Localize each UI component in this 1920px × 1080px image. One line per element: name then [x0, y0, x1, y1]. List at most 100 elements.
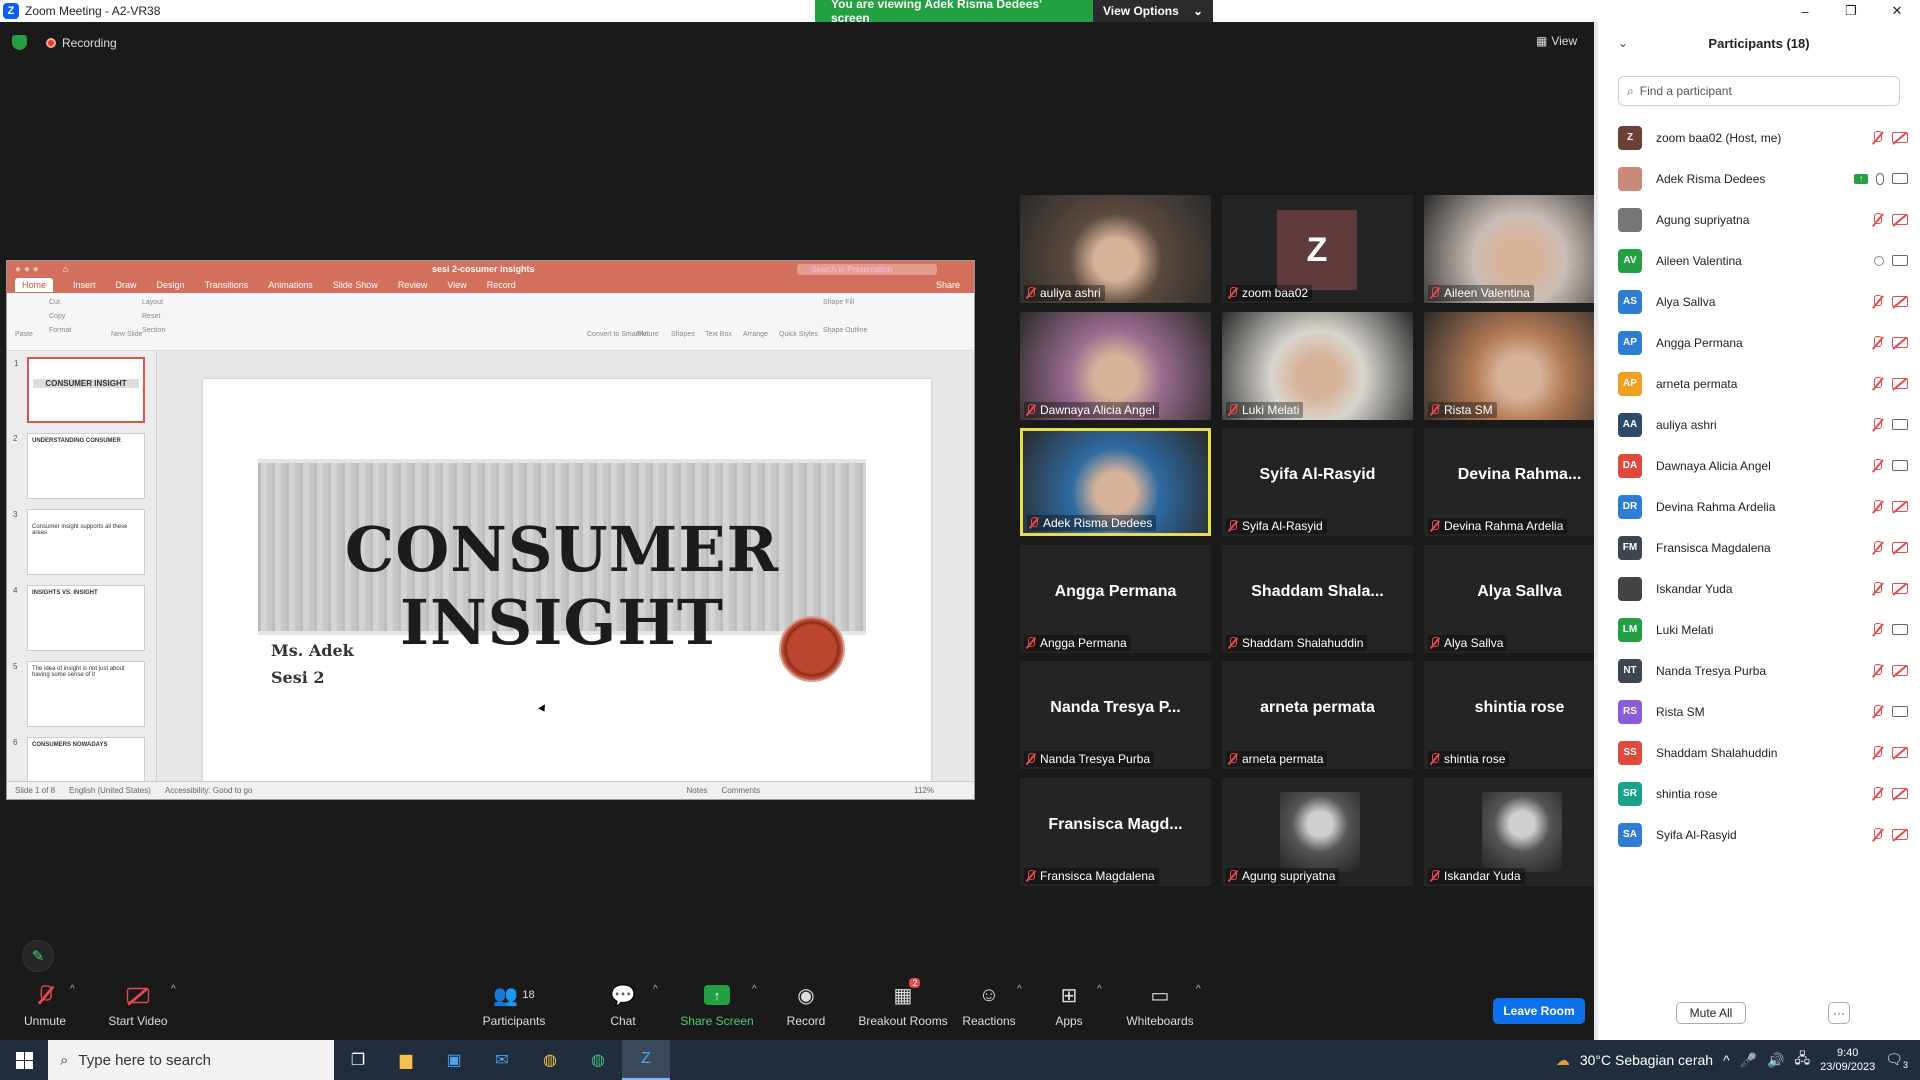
video-tile[interactable]: Fransisca Magd... Fransisca Magdalena — [1020, 778, 1211, 886]
mic-off-icon — [1228, 404, 1237, 416]
view-options-button[interactable]: View Options ⌄ — [1093, 0, 1213, 22]
tile-name-label: Nanda Tresya Purba — [1024, 751, 1155, 767]
view-button[interactable]: ▦ View — [1536, 34, 1577, 48]
clock[interactable]: 9:40 23/09/2023 — [1820, 1046, 1875, 1074]
maximize-button[interactable]: ❐ — [1828, 0, 1874, 22]
chat-button[interactable]: 💬 Chat ^ — [573, 980, 673, 1028]
slide-session: Sesi 2 — [271, 668, 325, 687]
participant-row[interactable]: AS Alya Sallva — [1618, 281, 1908, 322]
participant-row[interactable]: AP Angga Permana — [1618, 322, 1908, 363]
participant-status-icons — [1871, 335, 1908, 350]
participant-status-icons — [1871, 827, 1908, 842]
participant-name: Devina Rahma Ardelia — [1656, 499, 1776, 514]
participant-row[interactable]: NT Nanda Tresya Purba — [1618, 650, 1908, 691]
participant-row[interactable]: DR Devina Rahma Ardelia — [1618, 486, 1908, 527]
whiteboards-button[interactable]: ▭ Whiteboards ^ — [1110, 980, 1210, 1028]
tray-overflow-icon[interactable]: ^ — [1723, 1052, 1730, 1068]
participant-row[interactable]: LM Luki Melati — [1618, 609, 1908, 650]
participant-row[interactable]: Iskandar Yuda — [1618, 568, 1908, 609]
tile-name-text: Fransisca Magdalena — [1040, 869, 1155, 883]
file-explorer-icon[interactable]: ▆ — [382, 1040, 430, 1080]
search-icon: ⌕ — [60, 1051, 69, 1069]
video-tile[interactable]: shintia rose shintia rose — [1424, 661, 1615, 769]
chat-caret-icon[interactable]: ^ — [653, 984, 658, 995]
more-options-button[interactable]: ··· — [1828, 1002, 1850, 1024]
whiteboards-caret-icon[interactable]: ^ — [1196, 984, 1201, 995]
mic-off-icon — [1871, 745, 1884, 760]
mail-icon[interactable]: ✉ — [478, 1040, 526, 1080]
record-dot-icon — [46, 38, 56, 48]
participant-row[interactable]: AV Aileen Valentina — [1618, 240, 1908, 281]
unmute-button[interactable]: Unmute ^ — [0, 980, 95, 1028]
weather-icon[interactable]: ☁ — [1556, 1052, 1570, 1069]
video-tile[interactable]: Angga Permana Angga Permana — [1020, 545, 1211, 653]
apps-caret-icon[interactable]: ^ — [1097, 984, 1102, 995]
video-tile[interactable]: Devina Rahma... Devina Rahma Ardelia — [1424, 428, 1615, 536]
video-tile[interactable]: Aileen Valentina — [1424, 195, 1615, 303]
participants-button[interactable]: 👥 18 Participants — [464, 980, 564, 1029]
find-participant-input[interactable]: ⌕ Find a participant — [1618, 76, 1900, 106]
unmute-caret-icon[interactable]: ^ — [70, 984, 75, 995]
tile-name-label: Alya Sallva — [1428, 635, 1508, 651]
participant-row[interactable]: AP arneta permata — [1618, 363, 1908, 404]
zoom-taskbar-icon[interactable]: Z — [622, 1040, 670, 1080]
store-icon[interactable]: ▣ — [430, 1040, 478, 1080]
annotate-pencil-icon[interactable]: ✎ — [22, 940, 54, 972]
ppt-thumbnail: 6 CONSUMERS NOWADAYS — [13, 737, 145, 781]
video-tile[interactable]: Zzoom baa02 — [1222, 195, 1413, 303]
home-icon: ⌂ — [62, 264, 69, 274]
participant-row[interactable]: SR shintia rose — [1618, 773, 1908, 814]
participant-status-icons — [1871, 704, 1908, 719]
minimize-button[interactable]: – — [1782, 0, 1828, 22]
mute-all-button[interactable]: Mute All — [1676, 1002, 1746, 1024]
participant-row[interactable]: Zzoom baa02 (Host, me) — [1618, 117, 1908, 158]
participant-row[interactable]: SA Syifa Al-Rasyid — [1618, 814, 1908, 855]
video-tile[interactable]: Nanda Tresya P... Nanda Tresya Purba — [1020, 661, 1211, 769]
mic-off-icon — [1228, 753, 1237, 765]
mic-icon — [1876, 172, 1884, 185]
video-tile[interactable]: Syifa Al-Rasyid Syifa Al-Rasyid — [1222, 428, 1413, 536]
leave-room-button[interactable]: Leave Room — [1493, 998, 1585, 1024]
mic-tray-icon[interactable]: 🎤 — [1740, 1052, 1757, 1069]
close-button[interactable]: ✕ — [1874, 0, 1920, 22]
participant-status-icons — [1871, 786, 1908, 801]
weather-text[interactable]: 30°C Sebagian cerah — [1580, 1052, 1713, 1068]
participant-row[interactable]: DA Dawnaya Alicia Angel — [1618, 445, 1908, 486]
shield-icon[interactable] — [12, 35, 27, 50]
video-tile[interactable]: Shaddam Shala... Shaddam Shalahuddin — [1222, 545, 1413, 653]
ppt-tab-draw: Draw — [115, 280, 137, 290]
video-tile[interactable]: arneta permata arneta permata — [1222, 661, 1413, 769]
video-caret-icon[interactable]: ^ — [171, 984, 176, 995]
task-view-icon[interactable]: ❐ — [334, 1040, 382, 1080]
video-tile[interactable]: Alya Sallva Alya Sallva — [1424, 545, 1615, 653]
record-button[interactable]: ◉ Record — [756, 980, 856, 1029]
video-tile[interactable]: auliya ashri — [1020, 195, 1211, 303]
volume-icon[interactable]: 🔊 — [1767, 1052, 1784, 1069]
participant-row[interactable]: Adek Risma Dedees ↑ — [1618, 158, 1908, 199]
chrome-icon[interactable]: ◍ — [526, 1040, 574, 1080]
participant-row[interactable]: FM Fransisca Magdalena — [1618, 527, 1908, 568]
video-tile[interactable]: Iskandar Yuda — [1424, 778, 1615, 886]
participant-row[interactable]: SS Shaddam Shalahuddin — [1618, 732, 1908, 773]
participant-row[interactable]: Agung supriyatna — [1618, 199, 1908, 240]
video-tile[interactable]: Adek Risma Dedees — [1020, 428, 1211, 536]
participant-name: Iskandar Yuda — [1656, 581, 1733, 596]
share-screen-button[interactable]: ↑ Share Screen ^ — [667, 980, 767, 1028]
video-tile[interactable]: Rista SM — [1424, 312, 1615, 420]
video-tile[interactable]: Agung supriyatna — [1222, 778, 1413, 886]
apps-button[interactable]: ⊞ Apps ^ — [1019, 980, 1119, 1028]
windows-start-icon[interactable] — [0, 1040, 48, 1080]
start-video-button[interactable]: Start Video ^ — [88, 980, 188, 1028]
video-off-icon — [1892, 132, 1908, 143]
notification-icon[interactable]: 🗨3 — [1885, 1051, 1908, 1070]
ppt-picture-label: Picture — [637, 331, 659, 338]
participant-name: Alya Sallva — [1656, 294, 1716, 309]
participant-row[interactable]: RS Rista SM — [1618, 691, 1908, 732]
taskbar-search-input[interactable]: ⌕ Type here to search — [48, 1040, 334, 1080]
participant-row[interactable]: AA auliya ashri — [1618, 404, 1908, 445]
video-tile[interactable]: Dawnaya Alicia Angel — [1020, 312, 1211, 420]
video-tile[interactable]: Luki Melati — [1222, 312, 1413, 420]
recording-indicator[interactable]: Recording — [46, 36, 117, 50]
chrome-profile-icon[interactable]: ◍ — [574, 1040, 622, 1080]
network-icon[interactable]: 🖧 — [1795, 1048, 1811, 1072]
